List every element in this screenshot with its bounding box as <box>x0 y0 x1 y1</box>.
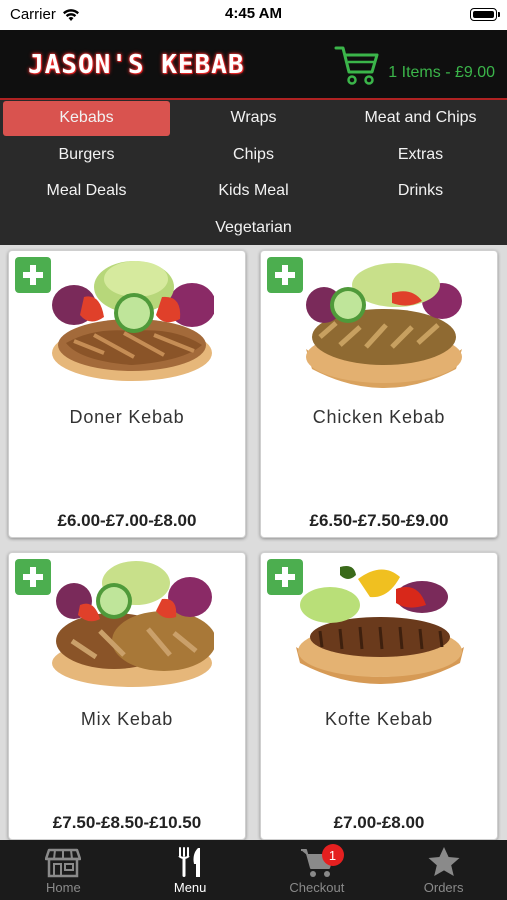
product-card-mix-kebab[interactable]: Mix Kebab £7.50-£8.50-£10.50 <box>8 552 246 840</box>
category-vegetarian[interactable]: Vegetarian <box>170 211 337 246</box>
tab-label: Orders <box>423 880 464 895</box>
cart-summary-text: 1 Items - £9.00 <box>388 64 495 81</box>
category-kebabs[interactable]: Kebabs <box>3 101 170 136</box>
category-wraps[interactable]: Wraps <box>170 101 337 136</box>
category-kids-meal[interactable]: Kids Meal <box>170 174 337 209</box>
tab-menu[interactable]: Menu <box>127 840 254 900</box>
category-meal-deals[interactable]: Meal Deals <box>3 174 170 209</box>
plus-icon <box>275 567 295 587</box>
plus-icon <box>23 567 43 587</box>
star-icon <box>428 847 460 876</box>
category-drinks[interactable]: Drinks <box>337 174 504 209</box>
product-price: £7.50-£8.50-£10.50 <box>52 813 202 832</box>
tab-checkout[interactable]: 1 Checkout <box>254 840 381 900</box>
product-name: Mix Kebab <box>80 709 174 729</box>
product-card-doner-kebab[interactable]: Doner Kebab £6.00-£7.00-£8.00 <box>8 250 246 538</box>
tab-label: Menu <box>173 880 207 895</box>
product-price: £6.50-£7.50-£9.00 <box>309 511 449 530</box>
category-extras[interactable]: Extras <box>337 138 504 173</box>
kofte-kebab-image <box>296 566 464 684</box>
product-name: Kofte Kebab <box>325 709 433 729</box>
chicken-kebab-image <box>306 263 462 388</box>
status-bar: Carrier 4:45 AM <box>0 0 507 30</box>
bottom-tab-bar: Home Menu 1 Checkout Orders <box>0 840 507 900</box>
status-time: 4:45 AM <box>225 5 282 22</box>
product-name: Doner Kebab <box>69 407 185 427</box>
plus-icon <box>23 265 43 285</box>
category-meat-and-chips[interactable]: Meat and Chips <box>337 101 504 136</box>
tab-home[interactable]: Home <box>0 840 127 900</box>
plus-icon <box>275 265 295 285</box>
product-price: £7.00-£8.00 <box>333 813 425 832</box>
category-menu: Kebabs Wraps Meat and Chips Burgers Chip… <box>0 100 507 245</box>
category-chips[interactable]: Chips <box>170 138 337 173</box>
product-price: £6.00-£7.00-£8.00 <box>57 511 197 530</box>
product-grid: Doner Kebab £6.00-£7.00-£8.00 Chicken Ke… <box>8 250 500 840</box>
mix-kebab-image <box>52 561 214 687</box>
cart-count-badge: 1 <box>321 844 344 866</box>
tab-label: Home <box>46 880 81 895</box>
app-header: JASON'S KEBAB 1 Items - £9.00 <box>0 30 507 100</box>
cart-summary-button[interactable]: 1 Items - £9.00 <box>334 42 495 88</box>
doner-kebab-image <box>52 261 214 381</box>
tab-label: Checkout <box>289 880 345 895</box>
tab-orders[interactable]: Orders <box>380 840 507 900</box>
store-icon <box>45 848 82 878</box>
brand-logo: JASON'S KEBAB <box>28 50 245 80</box>
battery-icon <box>470 8 500 21</box>
cart-icon <box>334 46 379 85</box>
product-card-chicken-kebab[interactable]: Chicken Kebab £6.50-£7.50-£9.00 <box>260 250 498 538</box>
product-card-kofte-kebab[interactable]: Kofte Kebab £7.00-£8.00 <box>260 552 498 840</box>
category-burgers[interactable]: Burgers <box>3 138 170 173</box>
fork-knife-icon <box>178 847 201 877</box>
product-name: Chicken Kebab <box>312 407 446 427</box>
